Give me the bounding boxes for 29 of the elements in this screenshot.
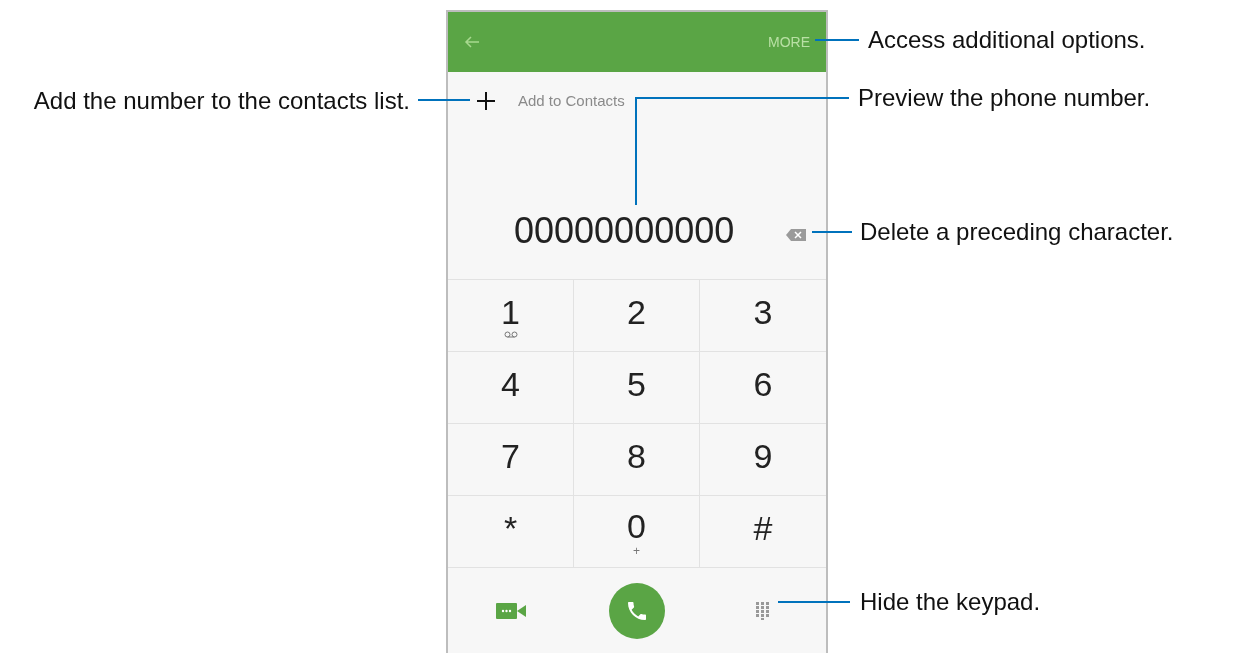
leader-line [418, 99, 470, 101]
keypad-key[interactable]: 8 [574, 424, 700, 496]
keypad-grid-icon[interactable] [756, 601, 770, 620]
keypad-key[interactable]: # [700, 496, 826, 568]
leader-line [812, 231, 852, 233]
video-camera-icon[interactable] [496, 602, 526, 619]
keypad-key[interactable]: 3 [700, 280, 826, 352]
keypad-key[interactable]: 2 [574, 280, 700, 352]
leader-line [815, 39, 859, 41]
keypad-key[interactable]: 6 [700, 352, 826, 424]
callout-text: Hide the keypad. [860, 587, 1041, 617]
callout-text: Add the number to the contacts list. [32, 86, 410, 116]
keypad-key[interactable]: 9 [700, 424, 826, 496]
phone-number-display: 00000000000 [514, 209, 735, 253]
backspace-icon[interactable] [786, 229, 806, 241]
keypad-key[interactable]: * [448, 496, 574, 568]
callout-text: Preview the phone number. [858, 83, 1151, 113]
keypad-key[interactable]: 4 [448, 352, 574, 424]
keypad-key[interactable]: 7 [448, 424, 574, 496]
keypad-key[interactable]: 5 [574, 352, 700, 424]
back-arrow-icon[interactable] [464, 36, 480, 48]
keypad-key[interactable]: 1 [448, 280, 574, 352]
callout-text: Access additional options. [868, 25, 1146, 55]
callout-text: Delete a preceding character. [860, 217, 1174, 247]
plus-icon[interactable] [476, 91, 496, 111]
keypad-key[interactable]: 0 + [574, 496, 700, 568]
voicemail-icon [503, 331, 518, 338]
key-subtext: + [633, 544, 640, 557]
leader-line [778, 601, 850, 603]
